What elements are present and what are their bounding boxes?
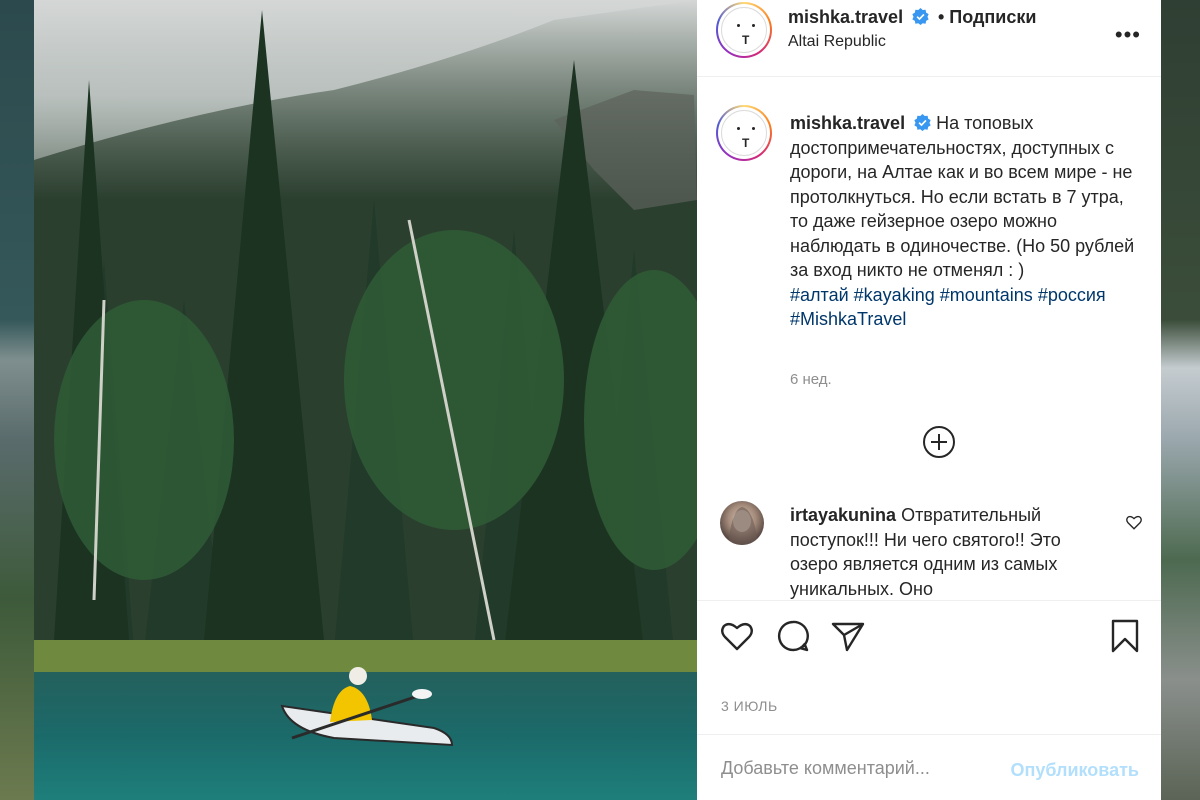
hashtag-link[interactable]: #kayaking: [854, 285, 935, 305]
post-location[interactable]: Altai Republic: [788, 33, 886, 51]
caption-username[interactable]: mishka.travel: [790, 113, 905, 133]
comments-list[interactable]: T mishka.travel На топовых достопримечат…: [697, 78, 1161, 600]
avatar-letter: T: [742, 136, 750, 150]
verified-badge-icon: [914, 114, 931, 131]
post-date[interactable]: 3 ИЮЛЬ: [721, 698, 778, 714]
caption-text: На топовых достопримечательностях, досту…: [790, 113, 1135, 280]
author-username[interactable]: mishka.travel: [788, 7, 903, 27]
bear-eye-icon: [752, 24, 755, 27]
post-modal-view: T mishka.travel • Подписки Altai Republi…: [0, 0, 1200, 800]
photo-scene: [34, 0, 697, 800]
plus-circle-icon[interactable]: [922, 425, 956, 459]
add-comment-bar: Опубликовать: [697, 734, 1161, 800]
verified-badge-icon: [911, 8, 929, 25]
background-page-right: [1161, 0, 1200, 800]
comment-icon[interactable]: [775, 618, 811, 654]
comment-like-heart-icon[interactable]: [1125, 513, 1143, 531]
caption-timestamp[interactable]: 6 нед.: [790, 371, 832, 388]
post-side-panel: T mishka.travel • Подписки Altai Republi…: [697, 0, 1161, 800]
bookmark-icon[interactable]: [1107, 618, 1143, 654]
publish-button[interactable]: Опубликовать: [1010, 760, 1139, 781]
comment-username[interactable]: irtayakunina: [790, 505, 896, 525]
background-page-left: [0, 0, 34, 800]
bear-eye-icon: [752, 127, 755, 130]
author-avatar[interactable]: T: [716, 2, 772, 58]
more-options-icon[interactable]: •••: [1115, 22, 1141, 48]
post-actions: 3 ИЮЛЬ: [697, 600, 1161, 734]
hashtag-link[interactable]: #россия: [1038, 285, 1106, 305]
comment-input[interactable]: [721, 753, 991, 783]
post-photo[interactable]: [34, 0, 697, 800]
hashtag-link[interactable]: #MishkaTravel: [790, 309, 906, 329]
avatar-letter: T: [742, 33, 750, 47]
post-header: T mishka.travel • Подписки Altai Republi…: [697, 0, 1161, 77]
hashtag-link[interactable]: #mountains: [940, 285, 1033, 305]
comment-item: irtayakunina Отвратительный поступок!!! …: [790, 503, 1110, 600]
heart-icon[interactable]: [719, 618, 755, 654]
post-caption: mishka.travel На топовых достопримечател…: [790, 111, 1140, 332]
caption-author-avatar[interactable]: T: [716, 105, 772, 161]
bear-eye-icon: [737, 24, 740, 27]
paper-plane-icon[interactable]: [830, 618, 866, 654]
hashtag-link[interactable]: #алтай: [790, 285, 849, 305]
commenter-avatar[interactable]: [720, 501, 764, 545]
follow-status-button[interactable]: • Подписки: [938, 7, 1036, 27]
bear-eye-icon: [737, 127, 740, 130]
